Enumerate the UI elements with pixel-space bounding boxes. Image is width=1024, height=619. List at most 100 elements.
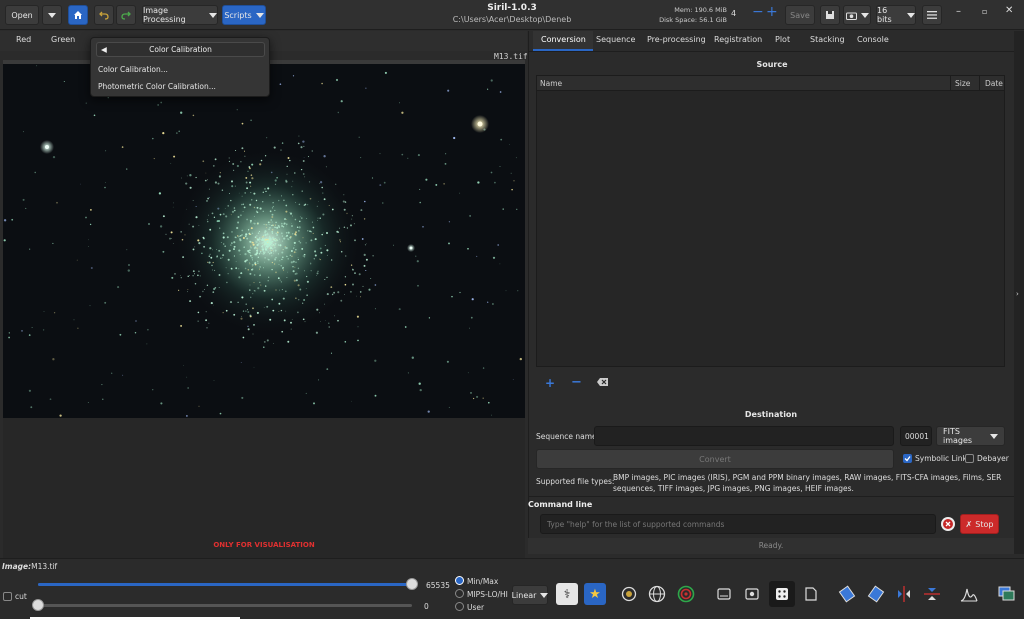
- chevron-down-icon: [48, 12, 56, 18]
- bottom-toolbar: Image:M13.tif cut 65535 0 Min/Max MIPS-L…: [0, 558, 1024, 619]
- convert-button[interactable]: Convert: [536, 449, 894, 469]
- sequence-name-input[interactable]: [594, 426, 894, 446]
- output-format-dropdown[interactable]: FITS images: [936, 426, 1005, 446]
- header-bar: Open Image Processing Scripts Siril-1.0.…: [0, 0, 1024, 30]
- popover-title: Color Calibration: [149, 45, 212, 54]
- column-name[interactable]: Name: [540, 79, 562, 88]
- debayer-label: Debayer: [977, 454, 1009, 463]
- save-button[interactable]: Save: [785, 5, 815, 25]
- sequence-index-input[interactable]: 00001: [900, 426, 932, 446]
- document-icon[interactable]: [800, 583, 822, 605]
- app-title: Siril-1.0.3: [487, 3, 537, 13]
- rotate-right-icon[interactable]: [865, 583, 887, 605]
- tab-conversion[interactable]: Conversion: [541, 35, 586, 44]
- camera-menu[interactable]: [843, 5, 871, 25]
- min-value: 0: [424, 602, 429, 611]
- annotate-icon[interactable]: [618, 583, 640, 605]
- add-files-button[interactable]: +: [545, 376, 555, 390]
- output-format-label: FITS images: [943, 427, 973, 445]
- radio-user[interactable]: [455, 602, 464, 611]
- monitor-svg-icon: [717, 588, 731, 600]
- section-divider: [528, 496, 1014, 497]
- color-calibration-popover: ◀ Color Calibration Color Calibration...…: [90, 37, 270, 97]
- image-processing-menu[interactable]: Image Processing: [142, 5, 218, 25]
- scripts-menu[interactable]: Scripts: [222, 5, 266, 25]
- open-button[interactable]: Open: [5, 5, 39, 25]
- remove-files-button[interactable]: −: [571, 375, 582, 390]
- snapshot-button[interactable]: [820, 5, 840, 25]
- scale-dropdown[interactable]: Linear: [511, 585, 549, 605]
- radio-mips[interactable]: [455, 589, 464, 598]
- target-icon[interactable]: [675, 583, 697, 605]
- redo-button[interactable]: [116, 5, 136, 25]
- debayer-checkbox[interactable]: [965, 454, 974, 463]
- display-mode-icon[interactable]: [713, 583, 735, 605]
- tab-green-channel[interactable]: Green: [51, 35, 75, 44]
- home-button[interactable]: [68, 5, 88, 25]
- undo-button[interactable]: [94, 5, 114, 25]
- recent-files-dropdown[interactable]: [42, 5, 62, 25]
- mirror-y-svg-icon: [924, 588, 940, 600]
- close-icon[interactable]: ✕: [1005, 5, 1013, 16]
- source-file-list[interactable]: Name Size Date: [536, 75, 1005, 367]
- column-size[interactable]: Size: [955, 79, 970, 88]
- autostretch-icon[interactable]: ⚕: [556, 583, 578, 605]
- chevron-down-icon: [540, 592, 549, 598]
- main-menu-button[interactable]: [922, 5, 942, 25]
- mirror-y-icon[interactable]: [921, 583, 943, 605]
- clear-command-button[interactable]: [941, 517, 955, 531]
- max-slider-fill: [38, 583, 412, 586]
- image-name-row: Image:M13.tif: [2, 562, 57, 571]
- chevron-down-icon: [907, 12, 915, 18]
- tab-plot[interactable]: Plot: [775, 35, 790, 44]
- increase-threads-button[interactable]: +: [766, 4, 778, 20]
- rotate-left-icon[interactable]: [836, 583, 858, 605]
- photo-icon[interactable]: [741, 583, 763, 605]
- histogram-icon[interactable]: [958, 583, 980, 605]
- home-icon: [74, 11, 82, 19]
- min-slider-track: [38, 604, 412, 607]
- chevron-down-icon: [860, 12, 869, 18]
- mirror-x-icon[interactable]: [893, 583, 915, 605]
- min-slider-handle[interactable]: [32, 599, 44, 611]
- decrease-threads-button[interactable]: −: [752, 4, 764, 20]
- minimize-icon[interactable]: –: [956, 6, 961, 17]
- supported-types-label: Supported file types:: [536, 477, 615, 486]
- target-svg-icon: [677, 585, 695, 603]
- image-viewport[interactable]: [3, 64, 525, 418]
- tab-pre-processing[interactable]: Pre-processing: [647, 35, 706, 44]
- maximize-icon[interactable]: ▫: [982, 7, 987, 16]
- image-processing-label: Image Processing: [143, 6, 186, 24]
- star-icon[interactable]: ★: [584, 583, 606, 605]
- tab-red-channel[interactable]: Red: [16, 35, 31, 44]
- column-date[interactable]: Date: [985, 79, 1003, 88]
- tab-stacking[interactable]: Stacking: [810, 35, 845, 44]
- globe-svg-icon: [648, 585, 666, 603]
- tab-registration[interactable]: Registration: [714, 35, 762, 44]
- supported-types-text: BMP images, PIC images (IRIS), PGM and P…: [613, 473, 1002, 493]
- globe-icon[interactable]: [646, 583, 668, 605]
- chevron-down-icon: [209, 12, 217, 18]
- command-input[interactable]: Type "help" for the list of supported co…: [540, 514, 936, 534]
- disk-space-label: Disk Space: 56.1 GiB: [659, 16, 727, 24]
- scale-label: Linear: [511, 590, 537, 600]
- frames-icon[interactable]: [996, 583, 1018, 605]
- status-bar: Ready.: [528, 538, 1014, 554]
- tab-console[interactable]: Console: [857, 35, 889, 44]
- star-field-image: [3, 64, 525, 418]
- clear-list-button[interactable]: [597, 378, 608, 388]
- radio-min-max[interactable]: [455, 576, 464, 585]
- symbolic-link-checkbox[interactable]: [903, 454, 912, 463]
- menu-item-color-calibration[interactable]: Color Calibration...: [98, 65, 168, 74]
- stop-button[interactable]: ✗ Stop: [960, 514, 999, 534]
- cut-checkbox[interactable]: [3, 592, 12, 601]
- popover-back-header[interactable]: ◀ Color Calibration: [96, 42, 265, 57]
- tab-sequence[interactable]: Sequence: [596, 35, 635, 44]
- bit-depth-menu[interactable]: 16 bits: [876, 5, 916, 25]
- bit-depth-label: 16 bits: [877, 6, 892, 24]
- document-svg-icon: [805, 587, 817, 601]
- dice-icon[interactable]: [769, 581, 795, 607]
- menu-item-photometric-color-calibration[interactable]: Photometric Color Calibration...: [98, 82, 216, 91]
- max-slider-handle[interactable]: [406, 578, 418, 590]
- chevron-right-icon[interactable]: ›: [1016, 290, 1019, 298]
